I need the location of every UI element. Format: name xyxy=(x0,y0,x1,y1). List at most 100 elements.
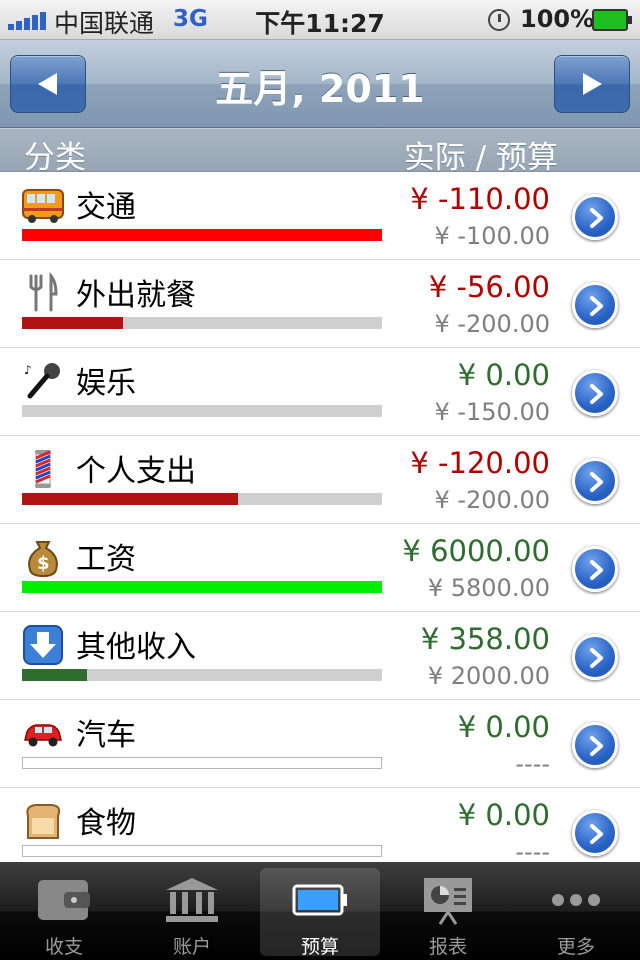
more-dots-icon xyxy=(546,874,606,926)
battery-percent: 100% xyxy=(520,5,595,33)
list-item[interactable]: 汽车 ¥ 0.00 ---- xyxy=(0,700,640,788)
car-icon xyxy=(22,712,64,754)
previous-month-button[interactable] xyxy=(10,55,86,113)
barber-pole-icon xyxy=(22,448,64,490)
detail-disclosure-button[interactable] xyxy=(572,546,618,592)
section-header: 分类 实际 / 预算 xyxy=(0,128,640,176)
detail-disclosure-button[interactable] xyxy=(572,282,618,328)
list-item[interactable]: ♪ 娱乐 ¥ 0.00 ¥ -150.00 xyxy=(0,348,640,436)
status-bar: 中国联通 3G 下午11:27 100% xyxy=(0,0,640,40)
progress-fill xyxy=(22,493,238,505)
progress-fill xyxy=(22,317,123,329)
list-item[interactable]: 食物 ¥ 0.00 ---- xyxy=(0,788,640,860)
chevron-right-icon xyxy=(590,648,603,668)
category-name: 汽车 xyxy=(76,718,136,753)
progress-bar xyxy=(22,493,382,505)
chart-board-icon xyxy=(418,874,478,926)
category-name: 工资 xyxy=(76,542,136,577)
bus-icon xyxy=(22,184,64,226)
progress-bar xyxy=(22,845,382,857)
category-name: 其他收入 xyxy=(76,630,196,665)
detail-disclosure-button[interactable] xyxy=(572,810,618,856)
category-name: 外出就餐 xyxy=(76,278,196,313)
category-name: 娱乐 xyxy=(76,366,136,401)
tab-label: 收支 xyxy=(44,936,83,958)
tab-label: 账户 xyxy=(172,936,211,958)
list-item[interactable]: 其他收入 ¥ 358.00 ¥ 2000.00 xyxy=(0,612,640,700)
category-name: 交通 xyxy=(76,190,136,225)
budget-amount: ---- xyxy=(515,838,550,860)
tab-battery[interactable]: 预算 xyxy=(260,868,380,958)
detail-disclosure-button[interactable] xyxy=(572,194,618,240)
svg-text:♪: ♪ xyxy=(24,363,32,377)
progress-bar xyxy=(22,581,382,593)
chevron-right-icon xyxy=(590,472,603,492)
svg-text:$: $ xyxy=(37,553,50,574)
bank-icon xyxy=(162,874,222,926)
next-month-button[interactable] xyxy=(554,55,630,113)
budget-amount: ¥ 2000.00 xyxy=(427,662,550,690)
progress-fill xyxy=(22,229,382,241)
list-item[interactable]: 交通 ¥ -110.00 ¥ -100.00 xyxy=(0,172,640,260)
detail-disclosure-button[interactable] xyxy=(572,722,618,768)
tab-label: 预算 xyxy=(300,936,339,958)
chevron-right-icon xyxy=(590,824,603,844)
budget-amount: ---- xyxy=(515,750,550,778)
navigation-bar: 五月, 2011 xyxy=(0,40,640,128)
fork-knife-icon xyxy=(22,271,64,314)
chevron-right-icon xyxy=(590,296,603,316)
budget-amount: ¥ -150.00 xyxy=(434,398,550,426)
tab-bank[interactable]: 账户 xyxy=(132,868,252,958)
budget-amount: ¥ -100.00 xyxy=(434,222,550,250)
download-arrow-icon xyxy=(22,624,64,666)
tab-label: 报表 xyxy=(428,936,467,958)
actual-amount: ¥ 0.00 xyxy=(457,798,550,832)
actual-amount: ¥ -110.00 xyxy=(410,182,550,216)
detail-disclosure-button[interactable] xyxy=(572,458,618,504)
actual-amount: ¥ 0.00 xyxy=(457,710,550,744)
progress-bar xyxy=(22,405,382,417)
list-item[interactable]: $ 工资 ¥ 6000.00 ¥ 5800.00 xyxy=(0,524,640,612)
tab-label: 更多 xyxy=(556,936,595,958)
chevron-right-icon xyxy=(590,208,603,228)
progress-fill xyxy=(22,669,87,681)
battery-icon xyxy=(290,874,350,926)
progress-bar xyxy=(22,229,382,241)
money-bag-icon: $ xyxy=(22,536,64,578)
tab-bar: 收支 账户 预算 报表 更多 xyxy=(0,862,640,960)
budget-list[interactable]: 交通 ¥ -110.00 ¥ -100.00 外出就餐 ¥ -56.00 ¥ -200.0… xyxy=(0,172,640,860)
category-name: 个人支出 xyxy=(76,454,196,489)
tab-chart-board[interactable]: 报表 xyxy=(388,868,508,958)
progress-bar xyxy=(22,757,382,769)
category-name: 食物 xyxy=(76,806,136,841)
list-item[interactable]: 外出就餐 ¥ -56.00 ¥ -200.00 xyxy=(0,260,640,348)
actual-amount: ¥ -56.00 xyxy=(428,270,550,304)
alarm-clock-icon xyxy=(488,9,510,31)
tab-more-dots[interactable]: 更多 xyxy=(516,868,636,958)
list-item[interactable]: 个人支出 ¥ -120.00 ¥ -200.00 xyxy=(0,436,640,524)
left-arrow-icon xyxy=(38,73,57,95)
actual-amount: ¥ 358.00 xyxy=(420,622,550,656)
progress-bar xyxy=(22,317,382,329)
budget-amount: ¥ -200.00 xyxy=(434,310,550,338)
chevron-right-icon xyxy=(590,560,603,580)
progress-bar xyxy=(22,669,382,681)
page-title: 五月, 2011 xyxy=(215,67,425,111)
chevron-right-icon xyxy=(590,384,603,404)
detail-disclosure-button[interactable] xyxy=(572,634,618,680)
budget-amount: ¥ -200.00 xyxy=(434,486,550,514)
chevron-right-icon xyxy=(590,736,603,756)
battery-icon xyxy=(592,9,632,31)
actual-amount: ¥ -120.00 xyxy=(410,446,550,480)
bread-icon xyxy=(22,800,64,842)
category-header: 分类 xyxy=(24,140,86,176)
tab-wallet[interactable]: 收支 xyxy=(4,868,124,958)
detail-disclosure-button[interactable] xyxy=(572,370,618,416)
actual-amount: ¥ 0.00 xyxy=(457,358,550,392)
actual-amount: ¥ 6000.00 xyxy=(402,534,550,568)
actual-budget-header: 实际 / 预算 xyxy=(403,140,558,176)
wallet-icon xyxy=(34,874,94,926)
microphone-icon: ♪ xyxy=(22,360,64,402)
progress-fill xyxy=(22,581,382,593)
budget-amount: ¥ 5800.00 xyxy=(427,574,550,602)
